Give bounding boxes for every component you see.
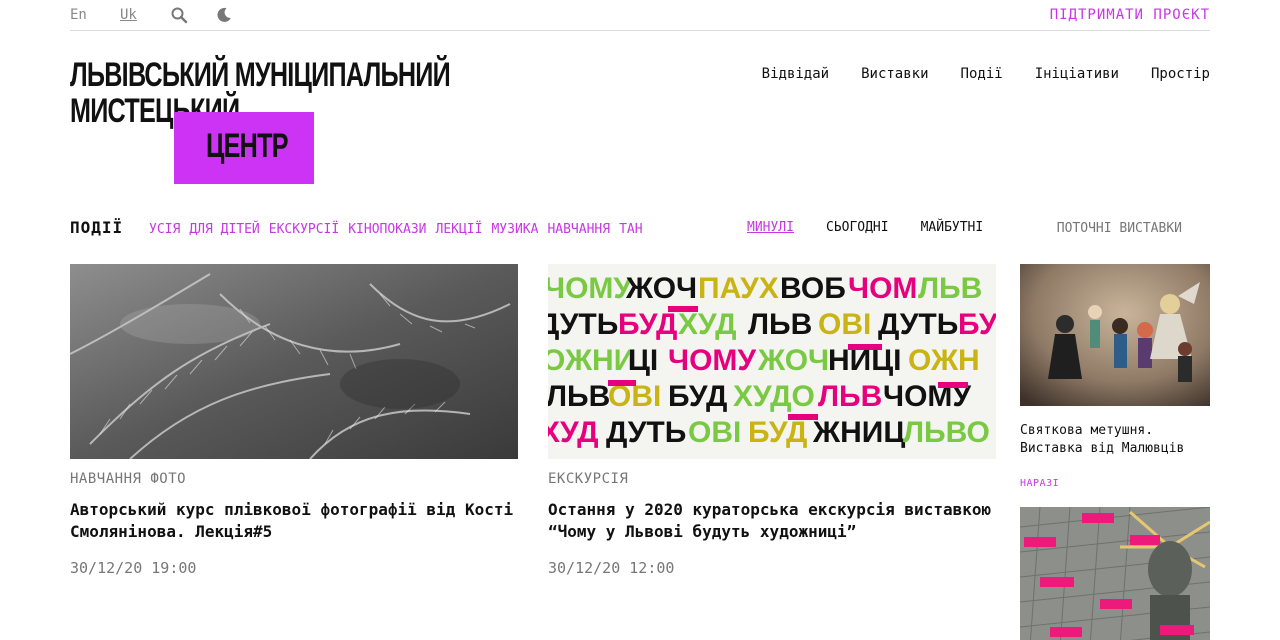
svg-text:ДУТЬ: ДУТЬ [548,308,618,341]
event-image-typographic-pattern[interactable]: ЧОМУ ЖОЧ ПАУХ ВОБ ЧОМ ЛЬВ ДУТЬ БУД ХУД Л… [548,264,996,459]
svg-text:ЛЬВ: ЛЬВ [748,308,812,341]
current-exhibitions-heading[interactable]: ПОТОЧНІ ВИСТАВКИ [1057,221,1182,236]
nav-item-events[interactable]: Події [961,66,1003,82]
event-title[interactable]: Остання у 2020 кураторська екскурсія вис… [548,499,996,543]
svg-text:БУД: БУД [618,308,677,341]
filter-tours[interactable]: ЕКСКУРСІЇ [269,222,339,237]
svg-text:ЛЬВ: ЛЬВ [548,380,610,413]
event-title[interactable]: Авторський курс плівкової фотографії від… [70,499,518,543]
svg-text:ОВІ: ОВІ [688,416,741,449]
search-icon[interactable] [170,6,188,24]
lang-en-link[interactable]: En [70,7,87,23]
category-filters: УСІЯ ДЛЯ ДІТЕЙ ЕКСКУРСІЇ КІНОПОКАЗИ ЛЕКЦ… [149,222,643,237]
filter-dance[interactable]: ТАН [619,222,642,237]
svg-text:ЛЬВ: ЛЬВ [918,272,982,305]
filter-education[interactable]: НАВЧАННЯ [547,222,610,237]
svg-text:ОВІ: ОВІ [818,308,871,341]
event-category: ЕКСКУРСІЯ [548,471,629,487]
current-exhibitions-sidebar: Святкова метушня. Виставка від Малювців … [1020,264,1210,640]
site-logo[interactable]: ЛЬВІВСЬКИЙ МУНІЦИПАЛЬНИЙ МИСТЕЦЬКИЙ ЦЕНТ… [70,56,470,186]
event-image-fern-photo[interactable] [70,264,518,459]
svg-text:ДУТЬ: ДУТЬ [878,308,958,341]
filter-upcoming[interactable]: МАЙБУТНІ [921,220,984,235]
filter-screenings[interactable]: КІНОПОКАЗИ [348,222,426,237]
support-project-link[interactable]: ПІДТРИМАТИ ПРОЄКТ [1050,7,1210,23]
filter-today[interactable]: СЬОГОДНІ [826,220,889,235]
filter-past[interactable]: МИНУЛІ [747,220,794,235]
svg-text:ЖОЧ: ЖОЧ [625,272,697,305]
moon-icon[interactable] [215,6,233,24]
svg-text:ДУТЬ: ДУТЬ [606,416,686,449]
nav-item-visit[interactable]: Відвідай [762,66,829,82]
event-date: 30/12/20 19:00 [70,559,197,577]
lang-uk-link[interactable]: Uk [120,7,137,23]
now-label: НАРАЗІ [1020,478,1060,489]
time-filters: МИНУЛІ СЬОГОДНІ МАЙБУТНІ [747,220,983,235]
event-card[interactable]: НАВЧАННЯ ФОТО Авторський курс плівкової … [70,264,518,577]
nav-item-exhibitions[interactable]: Виставки [861,66,928,82]
svg-text:ЧОМ: ЧОМ [848,272,917,305]
logo-accent-box: ЦЕНТР [174,112,314,184]
logo-text-line3: ЦЕНТР [206,127,289,165]
events-heading: ПОДІЇ [70,218,124,237]
filter-music[interactable]: МУЗИКА [491,222,538,237]
event-date: 30/12/20 12:00 [548,559,675,577]
events-filter-bar: ПОДІЇ УСІЯ ДЛЯ ДІТЕЙ ЕКСКУРСІЇ КІНОПОКАЗ… [70,218,1210,242]
svg-text:ХУДО: ХУДО [733,380,815,413]
exhibition-title[interactable]: Святкова метушня. Виставка від Малювців [1020,422,1210,458]
svg-text:БУД: БУД [668,380,727,413]
svg-text:ЛЬВ: ЛЬВ [818,380,882,413]
nav-item-space[interactable]: Простір [1151,66,1210,82]
event-card[interactable]: ЧОМУ ЖОЧ ПАУХ ВОБ ЧОМ ЛЬВ ДУТЬ БУД ХУД Л… [548,264,996,577]
svg-text:ЖНИЦ: ЖНИЦ [812,416,905,449]
svg-text:БУ: БУ [958,308,996,341]
filter-kids[interactable]: ДЛЯ ДІТЕЙ [189,222,259,237]
svg-text:ПАУХ: ПАУХ [698,272,779,305]
exhibition-image-statue[interactable] [1020,507,1210,640]
exhibition-image-puppets[interactable] [1020,264,1210,406]
event-category: НАВЧАННЯ ФОТО [70,471,187,487]
main-nav: Відвідай Виставки Події Ініціативи Прост… [762,66,1210,82]
svg-text:БУД: БУД [748,416,807,449]
filter-all[interactable]: УСІЯ [149,222,180,237]
filter-lectures[interactable]: ЛЕКЦІЇ [436,222,483,237]
svg-text:ХУД: ХУД [678,308,737,341]
nav-item-initiatives[interactable]: Ініціативи [1035,66,1119,82]
svg-text:ЛЬВО: ЛЬВО [903,416,990,449]
svg-text:ОЖНИ: ОЖНИ [548,344,635,377]
svg-text:ЦІ: ЦІ [628,344,658,377]
svg-text:ОЖН: ОЖН [908,344,980,377]
svg-text:ВОБ: ВОБ [780,272,846,305]
svg-text:ХУД: ХУД [548,416,599,449]
svg-text:ЖОЧ: ЖОЧ [757,344,829,377]
top-bar: En Uk ПІДТРИМАТИ ПРОЄКТ [70,0,1210,31]
svg-text:ЧОМУ: ЧОМУ [668,344,756,377]
logo-text-line1: ЛЬВІВСЬКИЙ МУНІЦИПАЛЬНИЙ [70,56,451,94]
svg-text:ЧОМУ: ЧОМУ [548,272,632,305]
